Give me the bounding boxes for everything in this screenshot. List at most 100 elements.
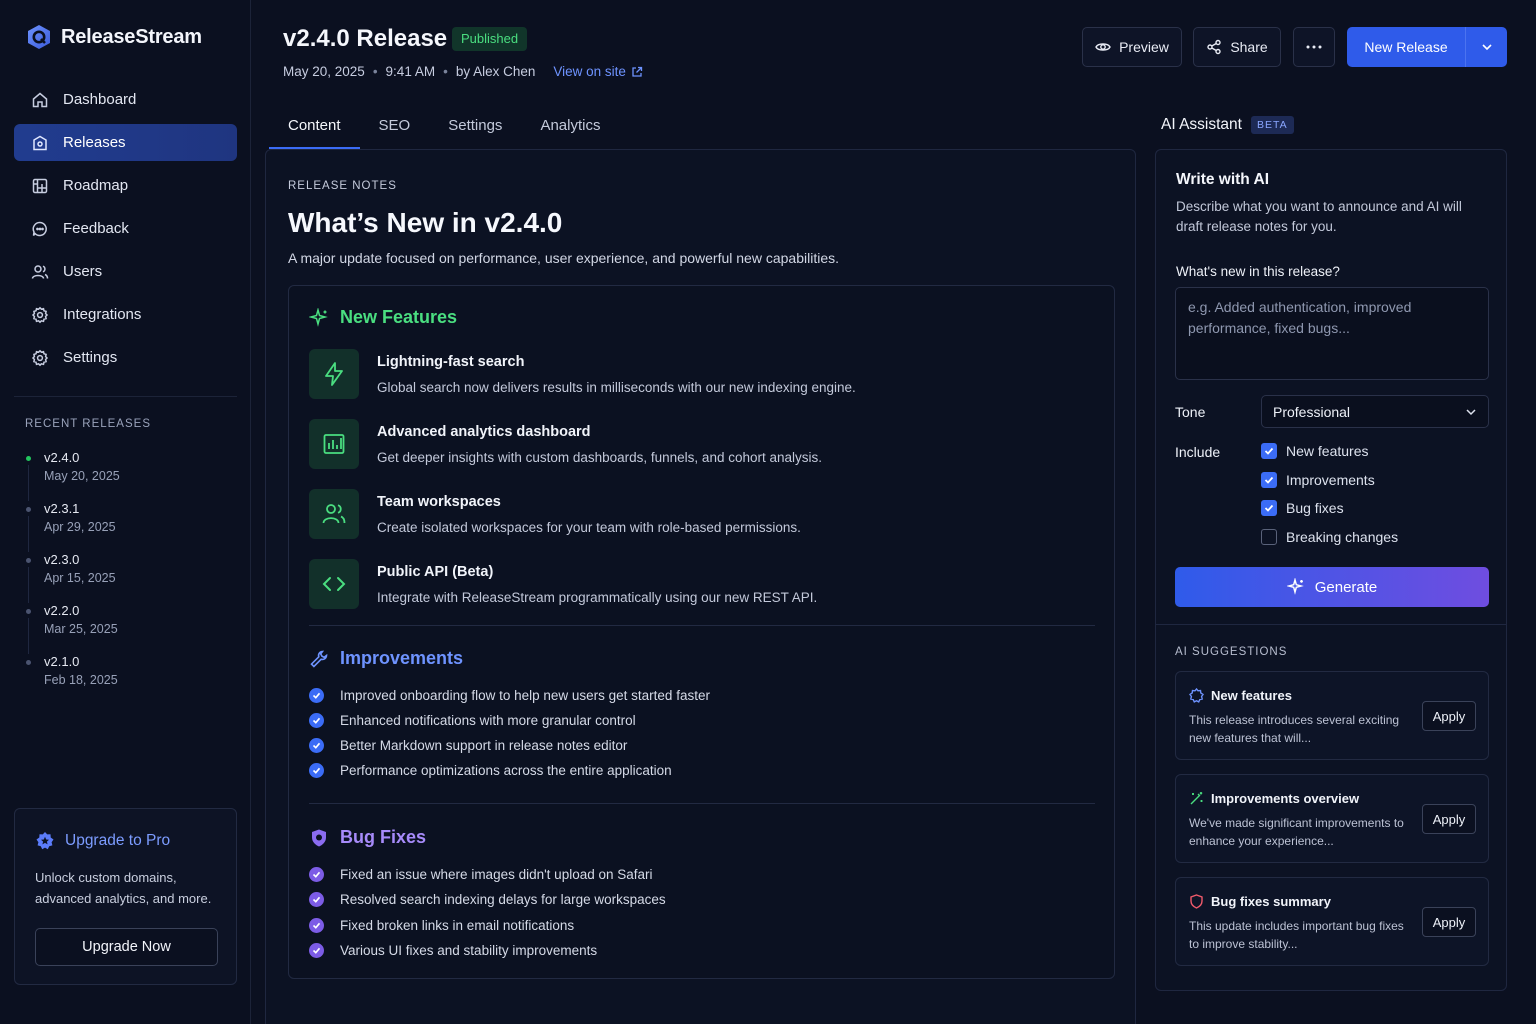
- upgrade-card: Upgrade to Pro Unlock custom domains, ad…: [14, 808, 237, 985]
- recent-release-item[interactable]: v2.4.0 May 20, 2025: [24, 450, 120, 501]
- timeline-dot: [26, 660, 31, 665]
- more-options-button[interactable]: [1293, 27, 1335, 67]
- wrench-icon: [310, 650, 328, 668]
- prompt-textarea[interactable]: e.g. Added authentication, improved perf…: [1175, 287, 1489, 380]
- feature-icon-box: [309, 489, 359, 539]
- section-divider: [309, 803, 1095, 804]
- feature-description: Create isolated workspaces for your team…: [377, 520, 801, 535]
- release-date: Apr 29, 2025: [44, 520, 116, 534]
- release-date: Apr 15, 2025: [44, 571, 116, 585]
- feature-icon-box: [309, 349, 359, 399]
- suggestion-card: Improvements overview We've made signifi…: [1175, 774, 1489, 863]
- tone-select[interactable]: Professional: [1261, 395, 1489, 428]
- sidebar-item-label: Dashboard: [63, 91, 137, 108]
- sidebar-item-roadmap[interactable]: Roadmap: [14, 167, 237, 204]
- suggestion-title-text: Bug fixes summary: [1211, 894, 1331, 909]
- release-version: v2.4.0: [44, 450, 80, 465]
- tab-seo[interactable]: SEO: [360, 111, 430, 149]
- suggestion-title: Improvements overview: [1189, 791, 1359, 806]
- timeline-dot: [26, 507, 31, 512]
- feature-title: Public API (Beta): [377, 564, 494, 580]
- sidebar-item-users[interactable]: Users: [14, 253, 237, 290]
- section-divider: [309, 625, 1095, 626]
- bugfix-text: Fixed broken links in email notification…: [340, 918, 575, 933]
- page-title: v2.4.0 Release: [283, 25, 448, 52]
- sparkle-icon: [309, 307, 328, 327]
- current-dot: [26, 456, 31, 461]
- release-meta: May 20, 2025 • 9:41 AM • by Alex Chen Vi…: [283, 64, 643, 79]
- bolt-icon: [325, 362, 343, 386]
- sidebar-item-integrations[interactable]: Integrations: [14, 296, 237, 333]
- share-icon: [1207, 39, 1222, 55]
- sidebar-item-settings[interactable]: Settings: [14, 339, 237, 376]
- apply-button[interactable]: Apply: [1422, 907, 1476, 937]
- upgrade-now-button[interactable]: Upgrade Now: [35, 928, 218, 966]
- feature-description: Integrate with ReleaseStream programmati…: [377, 590, 818, 605]
- badge-sparkle-icon: [1189, 688, 1204, 703]
- check-circle-icon: [309, 867, 324, 882]
- include-breaking-changes-checkbox[interactable]: Breaking changes: [1261, 529, 1398, 545]
- shield-icon: [1190, 894, 1203, 909]
- bugfix-text: Various UI fixes and stability improveme…: [340, 943, 598, 958]
- release-notes-title[interactable]: What’s New in v2.4.0: [288, 207, 562, 239]
- recent-release-item[interactable]: v2.3.0 Apr 15, 2025: [24, 552, 120, 603]
- brand[interactable]: ReleaseStream: [26, 24, 202, 50]
- view-on-site-link[interactable]: View on site: [553, 64, 643, 79]
- new-release-label[interactable]: New Release: [1347, 27, 1465, 67]
- new-release-dropdown[interactable]: [1465, 27, 1507, 67]
- feature-icon-box: [309, 419, 359, 469]
- magic-wand-icon: [1190, 792, 1203, 805]
- chevron-down-icon: [1481, 44, 1492, 51]
- apply-button[interactable]: Apply: [1422, 804, 1476, 834]
- new-release-button[interactable]: New Release: [1347, 27, 1507, 67]
- bug-fixes-heading-text: Bug Fixes: [340, 827, 427, 847]
- tab-settings[interactable]: Settings: [429, 111, 521, 149]
- feature-title: Team workspaces: [377, 494, 501, 510]
- generate-button[interactable]: Generate: [1175, 567, 1489, 607]
- improvement-text: Better Markdown support in release notes…: [340, 738, 628, 753]
- release-date: Mar 25, 2025: [44, 622, 118, 636]
- apply-button[interactable]: Apply: [1422, 701, 1476, 731]
- recent-release-item[interactable]: v2.1.0 Feb 18, 2025: [24, 654, 120, 705]
- sidebar-item-dashboard[interactable]: Dashboard: [14, 81, 237, 118]
- tab-analytics[interactable]: Analytics: [521, 111, 619, 149]
- include-option-label: Bug fixes: [1286, 500, 1344, 516]
- suggestion-title: New features: [1189, 688, 1292, 703]
- check-circle-icon: [309, 713, 324, 728]
- preview-label: Preview: [1119, 39, 1169, 55]
- release-time: 9:41 AM: [385, 64, 436, 79]
- sidebar-item-feedback[interactable]: Feedback: [14, 210, 237, 247]
- sidebar-divider: [14, 396, 237, 397]
- check-circle-icon: [309, 892, 324, 907]
- recent-release-item[interactable]: v2.2.0 Mar 25, 2025: [24, 603, 120, 654]
- chevron-down-icon: [1466, 408, 1476, 415]
- sidebar-item-releases[interactable]: Releases: [14, 124, 237, 161]
- sidebar-item-label: Settings: [63, 349, 118, 366]
- tab-bar: Content SEO Settings Analytics: [269, 111, 619, 149]
- suggestion-title-text: Improvements overview: [1211, 791, 1360, 806]
- timeline-dot: [26, 609, 31, 614]
- timeline-line: [28, 516, 29, 552]
- preview-button[interactable]: Preview: [1082, 27, 1182, 67]
- include-improvements-checkbox[interactable]: Improvements: [1261, 472, 1375, 488]
- external-link-icon: [632, 66, 643, 77]
- tone-value: Professional: [1273, 403, 1351, 420]
- include-new-features-checkbox[interactable]: New features: [1261, 443, 1368, 459]
- recent-release-item[interactable]: v2.3.1 Apr 29, 2025: [24, 501, 120, 552]
- include-option-label: Breaking changes: [1286, 529, 1399, 545]
- release-notes-subtitle[interactable]: A major update focused on performance, u…: [288, 250, 839, 266]
- improvement-text: Improved onboarding flow to help new use…: [340, 688, 710, 703]
- tab-content[interactable]: Content: [269, 111, 360, 149]
- feature-title: Lightning-fast search: [377, 354, 525, 370]
- share-button[interactable]: Share: [1193, 27, 1281, 67]
- feature-description: Global search now delivers results in mi…: [377, 380, 856, 395]
- ai-assistant-panel: Write with AI Describe what you want to …: [1155, 149, 1507, 991]
- sidebar-item-label: Roadmap: [63, 177, 129, 194]
- include-bug-fixes-checkbox[interactable]: Bug fixes: [1261, 500, 1344, 516]
- include-label: Include: [1175, 444, 1221, 460]
- meta-separator: •: [443, 64, 448, 79]
- release-version: v2.1.0: [44, 654, 80, 669]
- bugfix-item: Resolved search indexing delays for larg…: [309, 892, 666, 907]
- suggestion-title-text: New features: [1211, 688, 1292, 703]
- include-option-label: New features: [1286, 443, 1369, 459]
